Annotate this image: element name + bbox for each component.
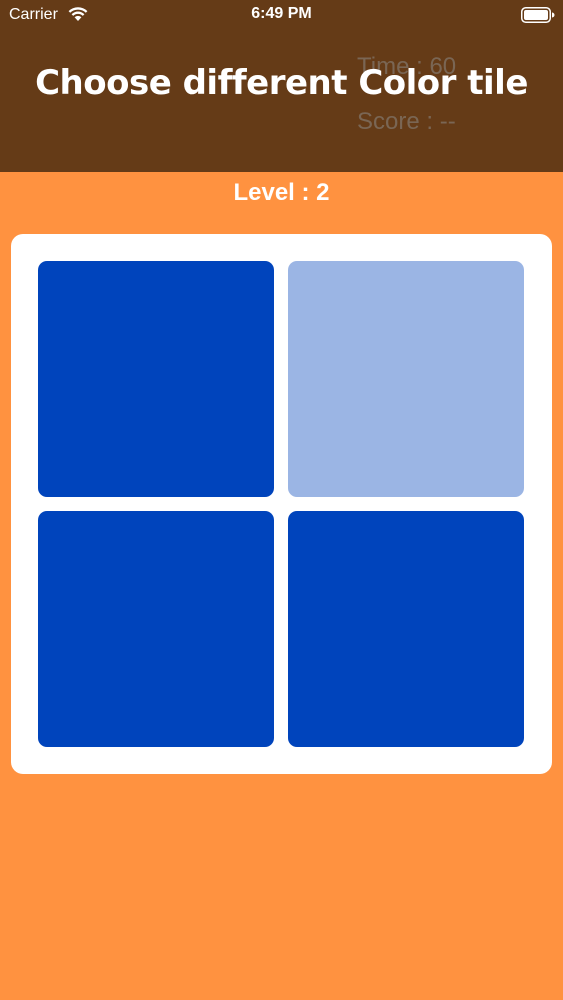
level-label: Level : 2 (233, 179, 330, 206)
color-tile[interactable] (38, 261, 274, 497)
score-label: Score : -- (357, 108, 456, 135)
tile-board (11, 234, 552, 774)
battery-icon (521, 7, 555, 23)
color-tile[interactable] (288, 261, 524, 497)
status-time: 6:49 PM (251, 5, 312, 22)
color-tile[interactable] (288, 511, 524, 747)
color-tile[interactable] (38, 511, 274, 747)
game-screen: Carrier 6:49 PM Time : 60 Score : -- Cho… (0, 0, 563, 1000)
header-bar: Carrier 6:49 PM Time : 60 Score : -- Cho… (0, 0, 563, 172)
status-bar: Carrier 6:49 PM (0, 0, 563, 30)
page-title: Choose different Color tile (35, 63, 528, 103)
